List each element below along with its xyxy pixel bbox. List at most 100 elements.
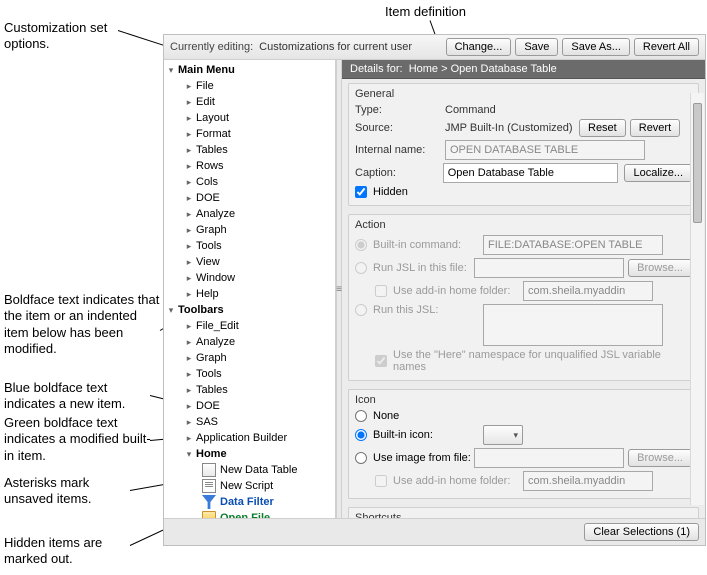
- table-icon: [202, 463, 216, 477]
- tree-item[interactable]: Open File: [166, 510, 335, 518]
- tree-item[interactable]: New Data Table: [166, 462, 335, 478]
- icon-picker[interactable]: [483, 425, 523, 445]
- tree-item[interactable]: Analyze: [166, 334, 335, 350]
- save-button[interactable]: Save: [515, 38, 558, 56]
- icon-builtin-label: Built-in icon:: [373, 429, 483, 441]
- tree-item[interactable]: Tools: [166, 366, 335, 382]
- radio-run-jsl: [355, 304, 367, 316]
- tree-item[interactable]: View: [166, 254, 335, 270]
- save-as-button[interactable]: Save As...: [562, 38, 630, 56]
- annotation-green: Green boldface text indicates a modified…: [4, 415, 154, 464]
- radio-run-file: [355, 262, 367, 274]
- builtin-cmd-value: [483, 235, 663, 255]
- annotation-hidden: Hidden items are marked out.: [4, 535, 134, 568]
- icon-browse-button: Browse...: [628, 449, 692, 467]
- tree-item[interactable]: Window: [166, 270, 335, 286]
- builtin-cmd-label: Built-in command:: [373, 239, 483, 251]
- tree-item[interactable]: Tables: [166, 142, 335, 158]
- addin-home-value: [523, 281, 653, 301]
- tree-item[interactable]: Edit: [166, 94, 335, 110]
- group-icon: Icon None Built-in icon: Use image from …: [348, 389, 699, 499]
- radio-icon-builtin[interactable]: [355, 429, 367, 441]
- change-button[interactable]: Change...: [446, 38, 512, 56]
- revert-all-button[interactable]: Revert All: [634, 38, 699, 56]
- hidden-checkbox[interactable]: [355, 186, 367, 198]
- tree-item[interactable]: Help: [166, 286, 335, 302]
- details-panel: Details for: Home > Open Database Table …: [342, 60, 705, 518]
- tree-item[interactable]: Cols: [166, 174, 335, 190]
- type-value: Command: [445, 104, 496, 116]
- clear-selections-button[interactable]: Clear Selections (1): [584, 523, 699, 541]
- tree-item[interactable]: Layout: [166, 110, 335, 126]
- script-icon: [202, 479, 216, 493]
- tree-item[interactable]: Analyze: [166, 206, 335, 222]
- addin-home-checkbox: [375, 285, 387, 297]
- addin-home-label: Use add-in home folder:: [393, 285, 523, 297]
- annotation-cust-set: Customization set options.: [4, 20, 134, 53]
- tree-item[interactable]: Data Filter: [166, 494, 335, 510]
- here-ns-label: Use the "Here" namespace for unqualified…: [393, 349, 692, 373]
- tree-item[interactable]: Tables: [166, 382, 335, 398]
- radio-builtin-cmd: [355, 239, 367, 251]
- tree-item[interactable]: Rows: [166, 158, 335, 174]
- tree-item[interactable]: New Script: [166, 478, 335, 494]
- menu-tree[interactable]: Main Menu File Edit Layout Format Tables…: [164, 60, 336, 518]
- source-label: Source:: [355, 122, 445, 134]
- details-header: Details for: Home > Open Database Table: [342, 60, 705, 79]
- tree-item[interactable]: File: [166, 78, 335, 94]
- icon-addin-label: Use add-in home folder:: [393, 475, 523, 487]
- icon-addin-checkbox: [375, 475, 387, 487]
- group-title: Action: [355, 219, 692, 231]
- tree-item[interactable]: DOE: [166, 190, 335, 206]
- annotation-asterisk: Asterisks mark unsaved items.: [4, 475, 134, 508]
- group-shortcuts: Shortcuts Current shortcuts: Remove New …: [348, 507, 699, 518]
- icon-file-label: Use image from file:: [373, 452, 474, 464]
- type-label: Type:: [355, 104, 445, 116]
- group-title: General: [355, 88, 692, 100]
- topbar: Currently editing: Customizations for cu…: [164, 35, 705, 60]
- localize-button[interactable]: Localize...: [624, 164, 692, 182]
- run-jsl-label: Run this JSL:: [373, 304, 483, 316]
- radio-icon-none[interactable]: [355, 410, 367, 422]
- icon-addin-value: [523, 471, 653, 491]
- tree-item[interactable]: Graph: [166, 350, 335, 366]
- editing-label: Currently editing:: [170, 41, 253, 53]
- footer: Clear Selections (1): [164, 518, 705, 545]
- tree-item[interactable]: File_Edit: [166, 318, 335, 334]
- icon-file-input: [474, 448, 624, 468]
- annotation-blue: Blue boldface text indicates a new item.: [4, 380, 154, 413]
- hidden-label: Hidden: [373, 186, 408, 198]
- internal-name-input: [445, 140, 645, 160]
- tree-item[interactable]: Format: [166, 126, 335, 142]
- browse-button: Browse...: [628, 259, 692, 277]
- run-file-label: Run JSL in this file:: [373, 262, 474, 274]
- customization-window: Currently editing: Customizations for cu…: [163, 34, 706, 546]
- folder-icon: [202, 511, 216, 518]
- source-value: JMP Built-In (Customized): [445, 122, 575, 134]
- caption-label: Caption:: [355, 167, 443, 179]
- tree-item[interactable]: Tools: [166, 238, 335, 254]
- tree-home[interactable]: Home: [166, 446, 335, 462]
- group-title: Icon: [355, 394, 692, 406]
- tree-main-menu[interactable]: Main Menu: [166, 62, 335, 78]
- annotation-item-def: Item definition: [385, 4, 466, 20]
- caption-input[interactable]: [443, 163, 619, 183]
- details-scrollbar[interactable]: [690, 93, 704, 505]
- tree-item[interactable]: Application Builder: [166, 430, 335, 446]
- tree-item[interactable]: SAS: [166, 414, 335, 430]
- run-file-input: [474, 258, 624, 278]
- here-ns-checkbox: [375, 355, 387, 367]
- tree-item[interactable]: Graph: [166, 222, 335, 238]
- filter-icon: [202, 495, 216, 509]
- tree-item[interactable]: DOE: [166, 398, 335, 414]
- group-general: General Type: Command Source: JMP Built-…: [348, 83, 699, 206]
- revert-button[interactable]: Revert: [630, 119, 680, 137]
- radio-icon-file[interactable]: [355, 452, 367, 464]
- reset-button[interactable]: Reset: [579, 119, 626, 137]
- editing-value: Customizations for current user: [259, 41, 412, 53]
- icon-none-label: None: [373, 410, 399, 422]
- jsl-textarea: [483, 304, 663, 346]
- group-action: Action Built-in command: Run JSL in this…: [348, 214, 699, 381]
- tree-toolbars[interactable]: Toolbars: [166, 302, 335, 318]
- annotation-bold: Boldface text indicates that the item or…: [4, 292, 164, 357]
